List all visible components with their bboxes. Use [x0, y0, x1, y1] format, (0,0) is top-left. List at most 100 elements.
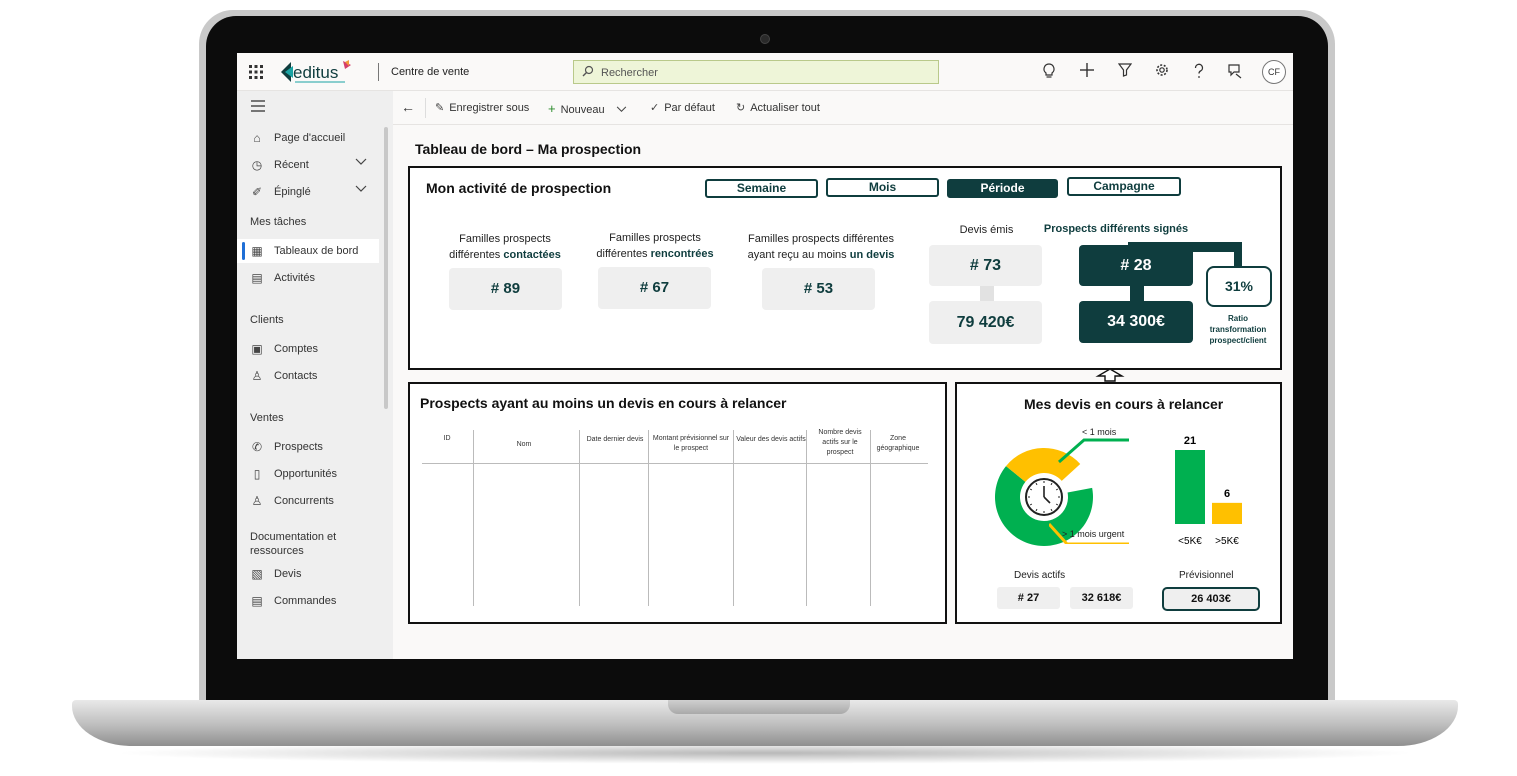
- chevron-down-icon[interactable]: [616, 104, 627, 116]
- sidebar-item-pinned[interactable]: ✐ Épinglé: [237, 180, 379, 204]
- sidebar-item-activities[interactable]: ▤ Activités: [237, 266, 379, 290]
- table-column-divider: [870, 430, 871, 606]
- sidebar-item-orders[interactable]: ▤ Commandes: [237, 589, 379, 613]
- column-header-zone[interactable]: Zone géographique: [870, 434, 926, 454]
- signed-label: Prospects différents signés: [1043, 223, 1189, 235]
- sidebar: ⌂ Page d'accueil ◷ Récent ✐ Épinglé Mes …: [237, 91, 393, 659]
- sidebar-item-label: Opportunités: [274, 468, 337, 480]
- chevron-down-icon[interactable]: [355, 157, 367, 169]
- table-column-divider: [579, 430, 580, 606]
- kpi-quote-label-line2: ayant reçu au moins un devis: [728, 247, 914, 263]
- active-quotes-count[interactable]: # 27: [997, 587, 1060, 609]
- prospects-table-title: Prospects ayant au moins un devis en cou…: [420, 395, 787, 411]
- forecast-amount[interactable]: 26 403€: [1162, 587, 1260, 611]
- devis-emis-label: Devis émis: [959, 224, 1014, 236]
- bar-category-label: <5K€: [1178, 536, 1202, 547]
- app-name[interactable]: Centre de vente: [391, 66, 469, 78]
- column-header-date[interactable]: Date dernier devis: [582, 435, 648, 445]
- ratio-value[interactable]: 31%: [1206, 266, 1272, 307]
- save-as-label: Enregistrer sous: [449, 102, 530, 114]
- refresh-label: Actualiser tout: [750, 102, 820, 114]
- laptop-notch: [668, 700, 850, 714]
- period-tab-period[interactable]: Période: [947, 179, 1058, 198]
- save-icon: ✎: [435, 102, 445, 114]
- table-column-divider: [473, 430, 474, 606]
- sidebar-item-label: Tableaux de bord: [274, 245, 359, 257]
- sidebar-group-ventes: Ventes: [250, 412, 284, 424]
- kpi-quote-value[interactable]: # 53: [762, 268, 875, 310]
- lightbulb-icon[interactable]: [1040, 63, 1058, 81]
- assistant-icon[interactable]: [1226, 63, 1244, 81]
- column-header-nombre[interactable]: Nombre devis actifs sur le prospect: [810, 428, 870, 458]
- default-view-button[interactable]: ✓ Par défaut: [650, 101, 715, 114]
- bar-1[interactable]: [1212, 502, 1242, 524]
- order-document-icon: ▤: [251, 594, 263, 608]
- devis-emis-amount[interactable]: 79 420€: [929, 301, 1042, 344]
- period-tab-month[interactable]: Mois: [826, 178, 939, 197]
- sidebar-item-home[interactable]: ⌂ Page d'accueil: [237, 126, 379, 150]
- ratio-label: Ratio transformation prospect/client: [1209, 314, 1267, 345]
- period-tab-week[interactable]: Semaine: [705, 179, 818, 198]
- avatar[interactable]: CF: [1262, 60, 1286, 84]
- column-header-valeur[interactable]: Valeur des devis actifs: [736, 435, 806, 445]
- clipboard-icon: ▤: [251, 271, 263, 285]
- plus-icon[interactable]: [1078, 63, 1096, 81]
- refresh-all-button[interactable]: ↻ Actualiser tout: [736, 101, 820, 114]
- sidebar-item-label: Page d'accueil: [274, 132, 346, 144]
- kpi-met-label-text: différentes: [596, 248, 648, 260]
- svg-text:editus: editus: [293, 63, 338, 82]
- sidebar-item-competitors[interactable]: ♙ Concurrents: [237, 489, 379, 513]
- column-header-nom[interactable]: Nom: [474, 440, 574, 450]
- sidebar-item-label: Comptes: [274, 343, 319, 355]
- sidebar-item-dashboards[interactable]: ▦ Tableaux de bord: [237, 239, 379, 263]
- hamburger-menu-icon[interactable]: [251, 99, 265, 115]
- period-tab-campaign[interactable]: Campagne: [1067, 177, 1181, 196]
- search-input[interactable]: Rechercher: [573, 60, 939, 84]
- save-as-button[interactable]: ✎ Enregistrer sous: [435, 101, 529, 114]
- bar-0[interactable]: [1175, 450, 1205, 524]
- active-quotes-amount[interactable]: 32 618€: [1070, 587, 1133, 609]
- chevron-down-icon[interactable]: [355, 184, 367, 196]
- filter-icon[interactable]: [1116, 63, 1134, 81]
- sidebar-item-recent[interactable]: ◷ Récent: [237, 153, 379, 177]
- screen: editus Centre de vente Rechercher CF ⌂ P…: [237, 53, 1293, 659]
- person-icon: ♙: [251, 494, 263, 508]
- back-arrow-icon[interactable]: ←: [401, 99, 415, 115]
- sidebar-item-label: Récent: [274, 159, 309, 171]
- kpi-contacted-label-line1: Familles prospects: [459, 233, 551, 245]
- active-quotes-label: Devis actifs: [1014, 570, 1066, 581]
- signed-amount[interactable]: 34 300€: [1079, 301, 1193, 343]
- gear-icon[interactable]: [1153, 63, 1171, 81]
- donut-label-recent: < 1 mois: [1082, 427, 1117, 437]
- kpi-contacted-value[interactable]: # 89: [449, 268, 562, 310]
- up-arrow-icon: [1095, 368, 1125, 382]
- sidebar-item-quotes[interactable]: ▧ Devis: [237, 562, 379, 586]
- building-icon: ▣: [251, 342, 263, 356]
- pin-icon: ✐: [251, 185, 263, 199]
- command-divider: [425, 98, 426, 118]
- help-icon[interactable]: [1190, 63, 1208, 81]
- activity-title: Mon activité de prospection: [426, 180, 612, 196]
- search-icon: [582, 65, 594, 80]
- sidebar-item-contacts[interactable]: ♙ Contacts: [237, 364, 379, 388]
- kpi-contacted-label-text: différentes: [449, 249, 501, 261]
- column-header-id[interactable]: ID: [432, 434, 462, 444]
- sidebar-item-label: Devis: [274, 568, 302, 580]
- kpi-quote-label-text: ayant reçu au moins: [747, 249, 847, 261]
- sidebar-item-prospects[interactable]: ✆ Prospects: [237, 435, 379, 459]
- sidebar-scrollbar[interactable]: [384, 127, 388, 409]
- kpi-quote-label-line1: Familles prospects différentes: [748, 233, 894, 245]
- signed-count[interactable]: # 28: [1079, 245, 1193, 286]
- new-button[interactable]: + Nouveau: [548, 101, 627, 116]
- devis-emis-count[interactable]: # 73: [929, 245, 1042, 286]
- sidebar-item-opportunities[interactable]: ▯ Opportunités: [237, 462, 379, 486]
- sidebar-item-label: Commandes: [274, 595, 337, 607]
- editus-logo[interactable]: editus: [279, 58, 355, 86]
- app-launcher-icon[interactable]: [249, 65, 263, 79]
- bar-chart: 21 <5K€ 6 >5K€: [1175, 435, 1242, 547]
- kpi-met-value[interactable]: # 67: [598, 267, 711, 309]
- column-header-montant[interactable]: Montant prévisionnel sur le prospect: [650, 434, 732, 454]
- kpi-contacted-label: Familles prospects différentes contactée…: [432, 231, 578, 263]
- webcam: [760, 34, 770, 44]
- sidebar-item-accounts[interactable]: ▣ Comptes: [237, 337, 379, 361]
